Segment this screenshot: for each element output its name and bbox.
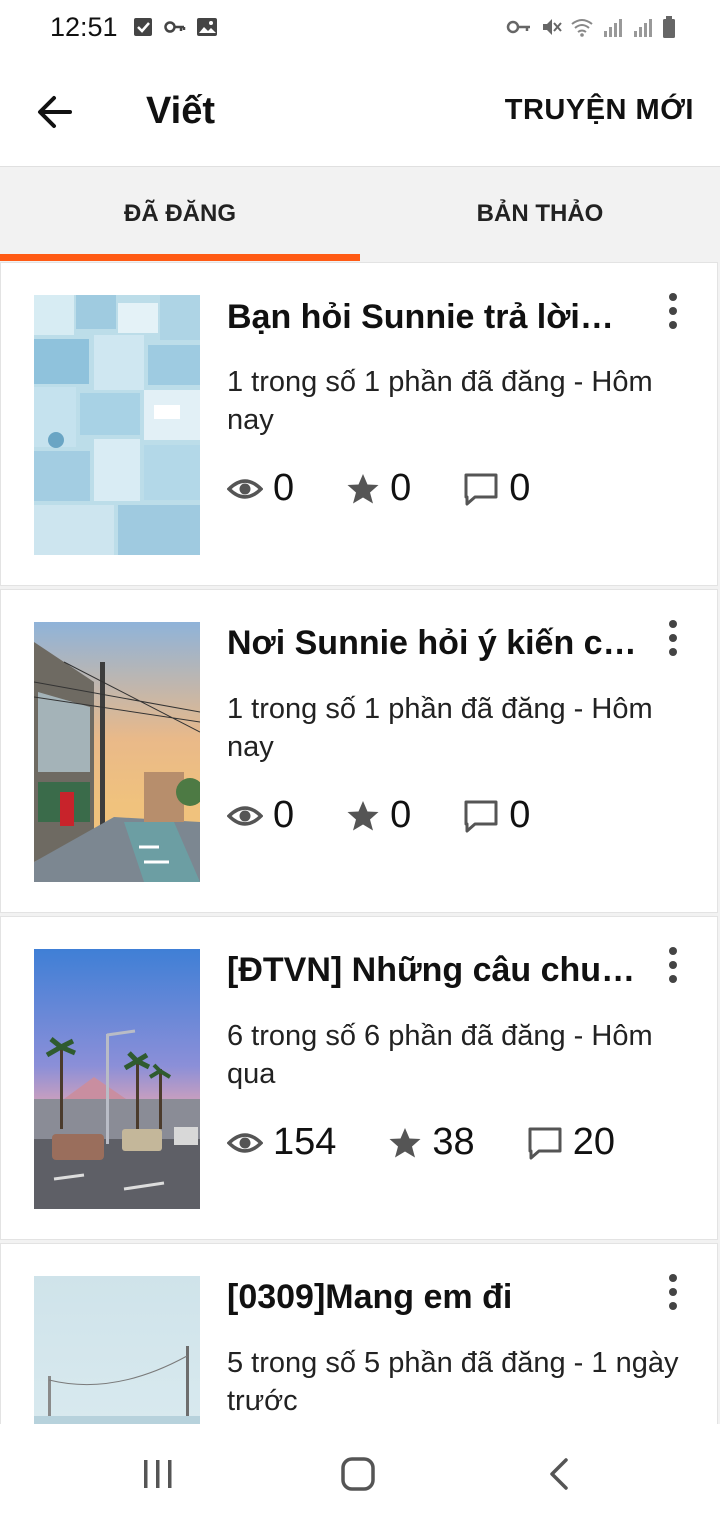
comments-count: 0 <box>509 467 531 509</box>
tab-bar: ĐÃ ĐĂNG BẢN THẢO <box>0 167 720 261</box>
back-button[interactable] <box>30 86 82 138</box>
recent-apps-icon <box>144 1460 172 1488</box>
views-count: 154 <box>273 1121 337 1163</box>
story-stats: 0 0 0 <box>227 467 582 510</box>
comments-stat: 20 <box>527 1121 615 1164</box>
views-count: 0 <box>273 794 295 836</box>
nav-back-button[interactable] <box>540 1454 580 1494</box>
eye-icon <box>227 805 263 826</box>
home-icon <box>341 1457 375 1491</box>
views-stat: 0 <box>227 467 294 510</box>
comments-stat: 0 <box>463 467 530 510</box>
screen: 12:51 Viết TRUYỆN MỚI ĐÃ ĐĂNG BẢN THẢO B… <box>0 0 720 1520</box>
tab-label: BẢN THẢO <box>476 200 604 227</box>
signal-icon <box>634 19 652 37</box>
comments-count: 20 <box>572 1121 615 1163</box>
star-icon <box>389 1127 421 1157</box>
story-title[interactable]: Bạn hỏi Sunnie trả lời🐰… <box>227 297 637 337</box>
story-card[interactable]: Nơi Sunnie hỏi ý kiến củ… 1 trong số 1 p… <box>0 589 718 913</box>
tab-drafts[interactable]: BẢN THẢO <box>360 167 720 261</box>
star-icon <box>347 473 379 503</box>
votes-stat: 0 <box>346 794 411 837</box>
wifi-icon <box>571 19 593 37</box>
story-cover-image <box>34 295 200 555</box>
more-vert-icon <box>669 947 677 983</box>
more-options-button[interactable] <box>661 1272 685 1316</box>
signal-icon <box>604 19 622 37</box>
mute-icon <box>543 19 562 35</box>
system-nav-bar <box>0 1424 720 1520</box>
new-story-button[interactable]: TRUYỆN MỚI <box>505 94 694 127</box>
battery-icon <box>663 16 675 38</box>
story-cover-image <box>34 622 200 882</box>
home-button[interactable] <box>338 1454 378 1494</box>
key-icon <box>164 21 186 33</box>
comment-icon <box>528 1127 562 1159</box>
views-count: 0 <box>273 467 295 509</box>
eye-icon <box>227 478 263 499</box>
app-bar: Viết TRUYỆN MỚI <box>0 56 720 167</box>
recent-apps-button[interactable] <box>138 1454 178 1494</box>
votes-count: 0 <box>390 794 412 836</box>
status-left-icons <box>132 16 218 38</box>
story-meta: 1 trong số 1 phần đã đăng - Hôm nay <box>227 693 653 763</box>
star-icon <box>347 800 379 830</box>
story-stats: 0 0 0 <box>227 794 582 837</box>
tab-published[interactable]: ĐÃ ĐĂNG <box>0 167 360 261</box>
tab-label: ĐÃ ĐĂNG <box>124 200 236 227</box>
story-stats: 154 38 20 <box>227 1121 667 1164</box>
story-meta: 6 trong số 6 phần đã đăng - Hôm qua <box>227 1020 653 1090</box>
story-meta: 5 trong số 5 phần đã đăng - 1 ngày trước <box>227 1347 679 1417</box>
arrow-left-icon <box>38 96 72 128</box>
active-tab-indicator <box>0 254 360 261</box>
vpn-key-icon <box>506 20 530 34</box>
votes-count: 38 <box>432 1121 475 1163</box>
checkbox-icon <box>134 18 152 36</box>
status-bar: 12:51 <box>0 0 720 56</box>
more-options-button[interactable] <box>661 291 685 335</box>
story-title[interactable]: [0309]Mang em đi <box>227 1278 637 1317</box>
views-stat: 0 <box>227 794 294 837</box>
story-title[interactable]: Nơi Sunnie hỏi ý kiến củ… <box>227 624 637 663</box>
status-time: 12:51 <box>50 12 118 42</box>
comment-icon <box>464 473 498 505</box>
story-title[interactable]: [ĐTVN] Những câu chuy… <box>227 951 637 990</box>
votes-stat: 0 <box>346 467 411 510</box>
more-options-button[interactable] <box>661 945 685 989</box>
more-vert-icon <box>669 293 677 329</box>
back-icon <box>550 1458 568 1490</box>
comments-stat: 0 <box>463 794 530 837</box>
more-options-button[interactable] <box>661 618 685 662</box>
eye-icon <box>227 1132 263 1153</box>
comments-count: 0 <box>509 794 531 836</box>
story-card[interactable]: Bạn hỏi Sunnie trả lời🐰… 1 trong số 1 ph… <box>0 262 718 586</box>
status-right-icons <box>506 16 676 38</box>
votes-stat: 38 <box>388 1121 475 1164</box>
comment-icon <box>464 800 498 832</box>
more-vert-icon <box>669 620 677 656</box>
views-stat: 154 <box>227 1121 336 1164</box>
votes-count: 0 <box>390 467 412 509</box>
page-title: Viết <box>146 90 216 132</box>
more-vert-icon <box>669 1274 677 1310</box>
image-icon <box>197 18 217 36</box>
story-cover-image <box>34 949 200 1209</box>
story-meta: 1 trong số 1 phần đã đăng - Hôm nay <box>227 366 653 436</box>
story-card[interactable]: [ĐTVN] Những câu chuy… 6 trong số 6 phần… <box>0 916 718 1240</box>
